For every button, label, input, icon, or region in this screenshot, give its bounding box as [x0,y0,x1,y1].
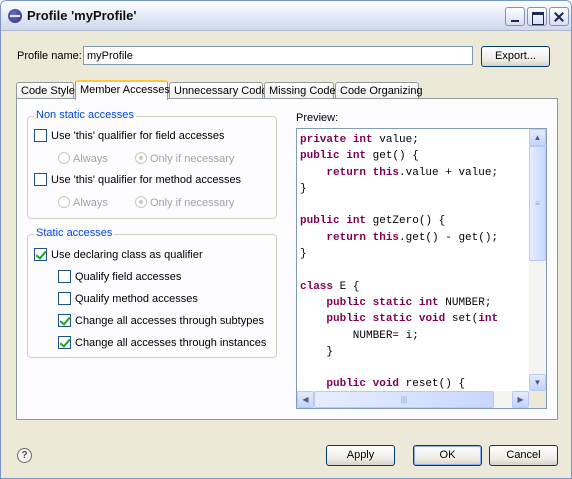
static-accesses-group: Static accesses Use declaring class as q… [27,227,277,358]
title-bar[interactable]: Profile 'myProfile' [1,1,571,31]
qualify-field-checkbox[interactable]: Qualify field accesses [58,270,181,283]
tab-code-style[interactable]: Code Style [16,82,75,99]
checkbox-box[interactable] [58,292,71,305]
profile-dialog: Profile 'myProfile' Profile name: Export… [0,0,572,479]
static-group-title: Static accesses [34,227,115,239]
scrollbar-corner [529,391,546,408]
checkbox-box[interactable] [58,270,71,283]
eclipse-app-icon [8,9,22,23]
declaring-class-checkbox[interactable]: Use declaring class as qualifier [34,248,203,261]
tab-code-organizing[interactable]: Code Organizing [335,82,423,99]
checkbox-box[interactable] [58,336,71,349]
tab-missing-code[interactable]: Missing Code [264,82,336,99]
code-line: } [300,182,307,195]
code-line: NUMBER= i; [300,329,419,342]
preview-label: Preview: [296,112,339,124]
code-line: private int value; [300,134,419,146]
code-line: public int getZero() { [300,215,446,228]
checkbox-label: Qualify field accesses [75,271,182,283]
horizontal-scrollbar[interactable]: ◀ ||| ▶ [297,391,529,408]
vertical-scroll-thumb[interactable]: ≡ [529,146,546,261]
field-radio-only-if-necessary[interactable]: Only if necessary [135,152,234,165]
scroll-left-icon[interactable]: ◀ [297,391,314,408]
code-line: class E { [300,280,360,293]
code-line: return this.get() - get(); [326,231,499,244]
apply-button[interactable]: Apply [326,445,395,466]
tab-unnecessary-code[interactable]: Unnecessary Code [169,82,268,99]
scroll-down-icon[interactable]: ▼ [529,374,546,391]
qualify-method-checkbox[interactable]: Qualify method accesses [58,292,198,305]
scroll-right-icon[interactable]: ▶ [512,391,529,408]
non-static-accesses-group: Non static accesses Use 'this' qualifier… [27,109,277,219]
checkbox-label: Change all accesses through instances [75,337,267,349]
this-method-checkbox[interactable]: Use 'this' qualifier for method accesses [34,173,241,186]
window-title: Profile 'myProfile' [27,8,137,23]
checkbox-label: Use 'this' qualifier for method accesses [51,174,242,186]
radio-circle[interactable] [135,152,147,164]
maximize-icon[interactable] [527,7,547,26]
code-line: public static void set(int [326,313,499,326]
method-radio-only-if-necessary[interactable]: Only if necessary [135,196,234,209]
radio-label: Always [73,153,108,165]
radio-label: Only if necessary [150,197,235,209]
cancel-button[interactable]: Cancel [489,445,558,466]
code-line: public static int NUMBER; [326,296,492,309]
radio-circle[interactable] [135,196,147,208]
code-line: return this.value + value; [326,166,499,179]
profile-name-input[interactable] [83,46,473,65]
radio-circle[interactable] [58,152,70,164]
tab-member-accesses[interactable]: Member Accesses [75,80,170,100]
help-icon[interactable]: ? [17,448,32,463]
close-icon[interactable] [549,7,569,26]
radio-label: Only if necessary [150,153,235,165]
checkbox-label: Qualify method accesses [75,293,198,305]
this-field-checkbox[interactable]: Use 'this' qualifier for field accesses [34,129,225,142]
code-line: public int get() { [300,150,419,163]
checkbox-box[interactable] [34,173,47,186]
instances-checkbox[interactable]: Change all accesses through instances [58,336,266,349]
ok-button[interactable]: OK [413,445,482,466]
code-line: } [300,248,307,261]
minimize-icon[interactable] [505,7,525,26]
checkbox-box[interactable] [58,314,71,327]
preview-code-area[interactable]: private int value; public int get() { ret… [296,128,547,409]
checkbox-box[interactable] [34,248,47,261]
profile-name-label: Profile name: [17,50,82,62]
preview-code: private int value; public int get() { ret… [300,132,498,393]
subtypes-checkbox[interactable]: Change all accesses through subtypes [58,314,264,327]
radio-circle[interactable] [58,196,70,208]
checkbox-box[interactable] [34,129,47,142]
method-radio-always[interactable]: Always [58,196,108,209]
scroll-up-icon[interactable]: ▲ [529,129,546,146]
code-line: } [300,345,334,358]
member-accesses-panel: Non static accesses Use 'this' qualifier… [16,98,558,420]
horizontal-scroll-thumb[interactable]: ||| [314,391,494,408]
field-radio-always[interactable]: Always [58,152,108,165]
checkbox-label: Change all accesses through subtypes [75,315,264,327]
checkbox-label: Use 'this' qualifier for field accesses [51,130,225,142]
checkbox-label: Use declaring class as qualifier [51,249,203,261]
radio-label: Always [73,197,108,209]
vertical-scrollbar[interactable]: ▲ ≡ ▼ [529,129,546,391]
non-static-group-title: Non static accesses [34,109,136,121]
export-button[interactable]: Export... [481,46,550,67]
